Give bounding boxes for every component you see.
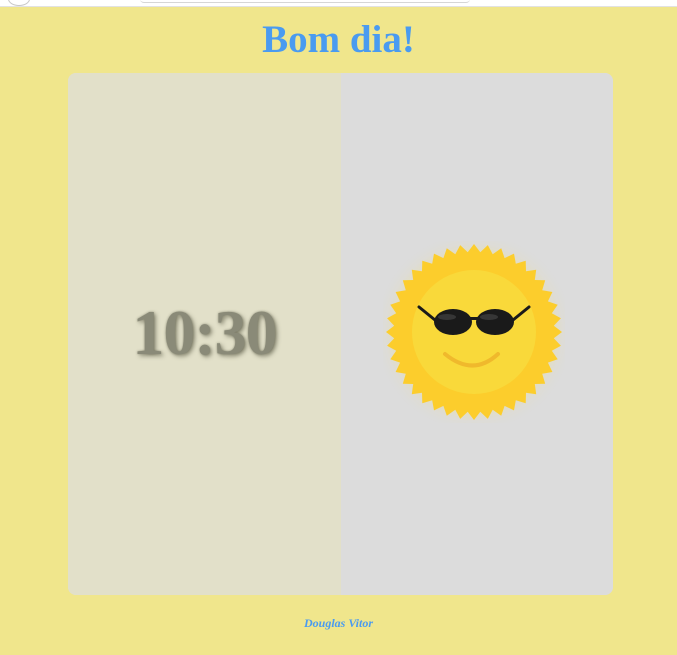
sun-icon [383, 241, 565, 423]
time-panel: 10:30 [68, 73, 341, 595]
browser-top-edge [0, 0, 677, 7]
clock-time: 10:30 [132, 297, 277, 368]
sun-face [412, 270, 536, 394]
browser-url-bar-edge [140, 0, 470, 3]
sun-svg [386, 244, 562, 420]
footer-author: Douglas Vitor [303, 616, 374, 630]
browser-tab-edge [8, 0, 30, 6]
page-title: Bom dia! [262, 18, 415, 61]
clock-card: 10:30 [68, 73, 613, 595]
image-panel [341, 73, 613, 595]
